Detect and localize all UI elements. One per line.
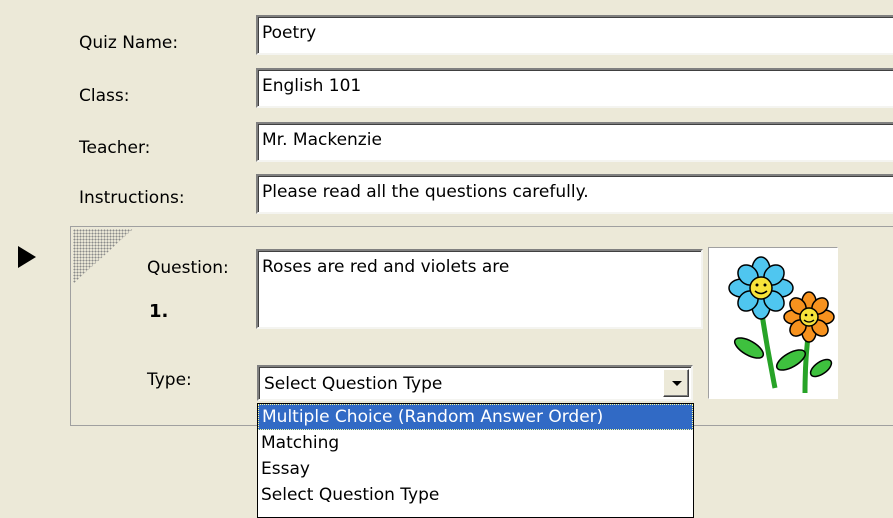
dropdown-option[interactable]: Essay [258,456,693,482]
teacher-field[interactable]: Mr. Mackenzie [256,122,893,162]
chevron-down-icon [672,381,682,386]
current-record-arrow-icon[interactable] [18,246,36,268]
type-label: Type: [147,370,192,390]
class-label: Class: [79,86,130,106]
question-text-field[interactable]: Roses are red and violets are [256,249,703,329]
flowers-clipart-icon [728,256,835,394]
question-type-combobox[interactable]: Select Question Type [257,365,693,401]
quiz-name-field[interactable]: Poetry [256,15,893,55]
instructions-label: Instructions: [79,188,185,208]
question-type-dropdown-list: Multiple Choice (Random Answer Order) Ma… [257,403,694,518]
class-field[interactable]: English 101 [256,68,893,108]
dropdown-option[interactable]: Select Question Type [258,482,693,508]
question-image [708,247,838,399]
question-number: 1. [149,301,169,322]
dropdown-button[interactable] [663,369,689,397]
quiz-name-label: Quiz Name: [79,33,179,53]
dropdown-option[interactable]: Multiple Choice (Random Answer Order) [258,404,693,430]
instructions-field[interactable]: Please read all the questions carefully. [256,174,893,214]
question-type-value: Select Question Type [264,374,443,394]
dropdown-option[interactable]: Matching [258,430,693,456]
question-label: Question: [147,258,229,278]
teacher-label: Teacher: [79,138,151,158]
